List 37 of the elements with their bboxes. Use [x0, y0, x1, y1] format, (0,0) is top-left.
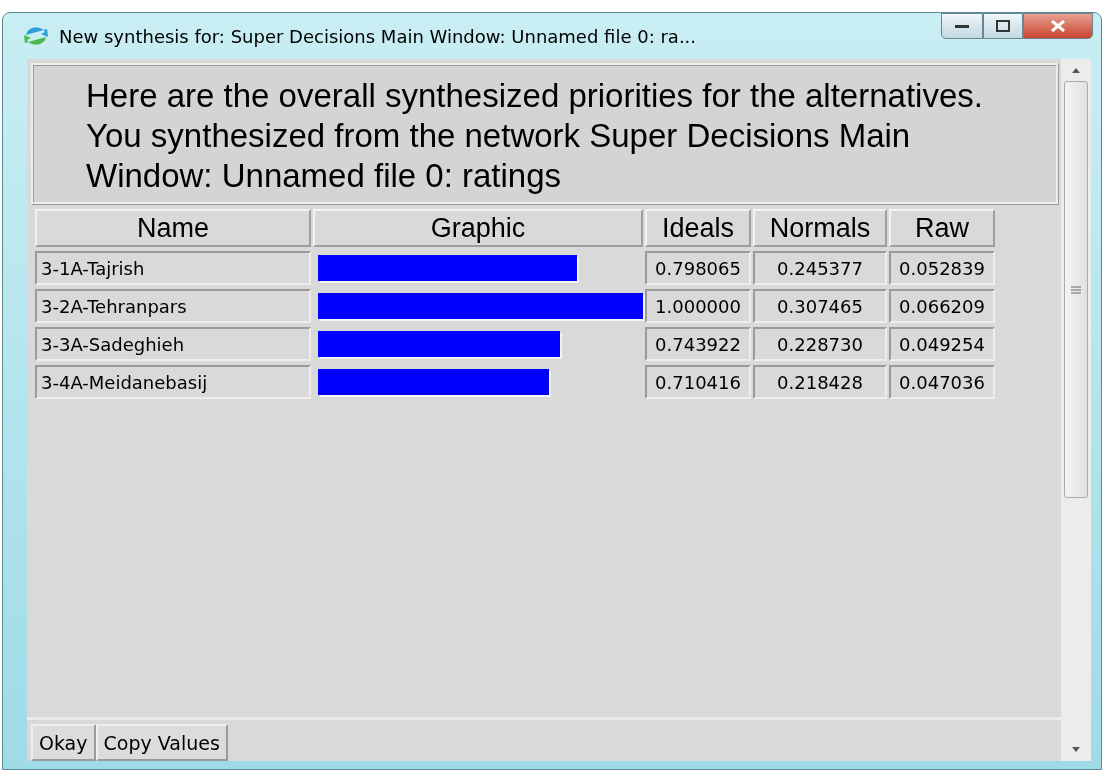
close-button[interactable]: [1023, 13, 1093, 39]
table-cell: 1.000000: [645, 289, 751, 323]
table-cell: 0.798065: [645, 251, 751, 285]
minimize-icon: [955, 23, 969, 29]
column-header: Raw: [889, 209, 995, 247]
window-title: New synthesis for: Super Decisions Main Window: Unnamed file 0: ra...: [59, 25, 698, 47]
table-cell: 0.307465: [753, 289, 887, 323]
table-cell: 0.052839: [889, 251, 995, 285]
table-cell: 0.218428: [753, 365, 887, 399]
scroll-thumb[interactable]: [1064, 81, 1088, 498]
table-cell: 0.228730: [753, 327, 887, 361]
maximize-button[interactable]: [983, 13, 1023, 39]
table-cell: 0.047036: [889, 365, 995, 399]
table-cell: 3-1A-Tajrish: [35, 251, 311, 285]
column-header: Graphic: [313, 209, 643, 247]
column-header: Name: [35, 209, 311, 247]
app-icon: [23, 25, 49, 47]
table-cell: 3-2A-Tehranpars: [35, 289, 311, 323]
table-cell: 0.049254: [889, 327, 995, 361]
dialog-button[interactable]: Copy Values: [95, 724, 228, 761]
maximize-icon: [996, 20, 1010, 32]
column-header: Normals: [753, 209, 887, 247]
table-cell: 0.743922: [645, 327, 751, 361]
message-text: Here are the overall synthesized priorities for the alternatives. You synthesized from the network Super Decisions Main Window: Unnamed file 0: ratings: [31, 63, 1059, 205]
table-cell: 0.245377: [753, 251, 887, 285]
scroll-down-icon: [1071, 747, 1081, 753]
grip-icon: [1071, 285, 1081, 294]
close-icon: [1051, 20, 1065, 32]
table-cell: 0.066209: [889, 289, 995, 323]
table-cell: 0.710416: [645, 365, 751, 399]
column-header: Ideals: [645, 209, 751, 247]
table-cell: 3-3A-Sadeghieh: [35, 327, 311, 361]
scroll-up-icon: [1071, 67, 1081, 73]
scrollbar[interactable]: [1061, 59, 1091, 761]
dialog-button[interactable]: Okay: [31, 724, 96, 761]
minimize-button[interactable]: [941, 13, 983, 39]
table-cell: 3-4A-Meidanebasij: [35, 365, 311, 399]
